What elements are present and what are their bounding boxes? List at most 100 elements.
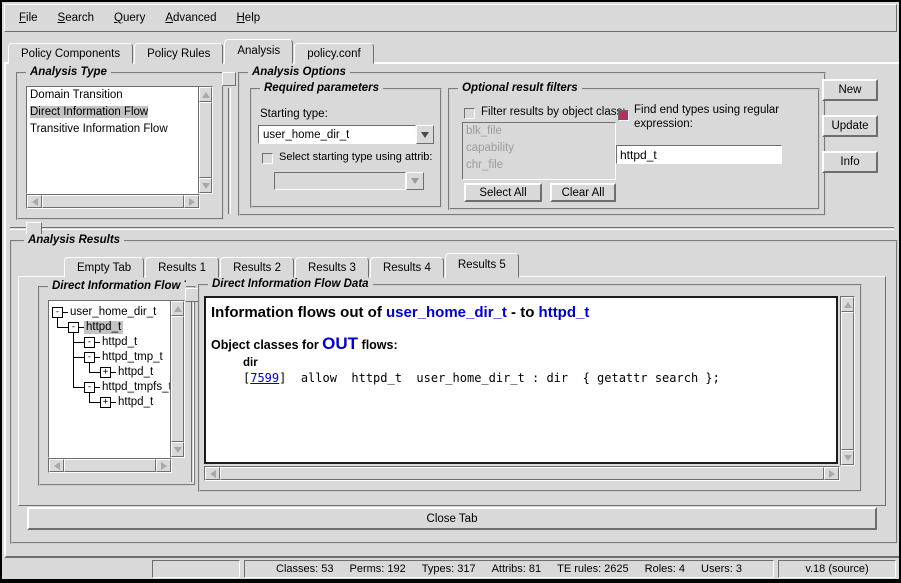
tree-node-label[interactable]: httpd_tmpfs_t — [100, 381, 172, 394]
policy-version-label: v.18 (source) — [805, 563, 868, 575]
stat-te-rules: TE rules: 2625 — [557, 563, 629, 575]
stat-roles: Roles: 4 — [645, 563, 685, 575]
scrollbar-thumb[interactable] — [64, 459, 156, 472]
regex-checkbox[interactable] — [618, 110, 629, 121]
scroll-up-icon[interactable] — [171, 301, 184, 316]
tab-results-5[interactable]: Results 5 — [445, 253, 519, 278]
list-item[interactable]: Transitive Information Flow — [27, 121, 199, 138]
flow-data-hscrollbar[interactable] — [204, 466, 840, 481]
scroll-down-icon[interactable] — [841, 450, 854, 465]
starting-type-combobox[interactable]: user_home_dir_t — [258, 125, 416, 144]
flow-data-textarea: Information flows out of user_home_dir_t… — [204, 296, 838, 464]
tree-node-label[interactable]: user_home_dir_t — [68, 306, 158, 319]
scroll-down-icon[interactable] — [171, 442, 184, 457]
sash-handle[interactable] — [222, 72, 236, 86]
tab-policy-components[interactable]: Policy Components — [8, 43, 133, 64]
regex-checkbox-label[interactable]: Find end types using regular expression: — [634, 103, 806, 131]
analysis-type-hscrollbar[interactable] — [26, 194, 200, 209]
tab-empty[interactable]: Empty Tab — [64, 257, 144, 278]
tree-expander-icon[interactable]: - — [84, 352, 95, 363]
tab-policy-conf[interactable]: policy.conf — [294, 43, 373, 64]
scroll-up-icon[interactable] — [841, 297, 854, 312]
list-item[interactable]: Direct Information Flow — [27, 104, 199, 121]
tab-results-1[interactable]: Results 1 — [145, 257, 219, 278]
scrollbar-thumb[interactable] — [171, 316, 184, 442]
menu-advanced[interactable]: Advanced — [155, 9, 226, 27]
tree-expander-icon[interactable]: - — [84, 382, 95, 393]
menu-search[interactable]: Search — [48, 9, 104, 27]
scrollbar-thumb[interactable] — [199, 102, 212, 178]
scrollbar-thumb[interactable] — [42, 195, 184, 208]
list-item[interactable]: Domain Transition — [27, 87, 199, 104]
tree-vscrollbar[interactable] — [170, 300, 185, 458]
scroll-down-icon[interactable] — [199, 178, 212, 193]
tab-policy-rules[interactable]: Policy Rules — [134, 43, 223, 64]
attrib-combobox[interactable] — [274, 172, 406, 190]
close-tab-button[interactable]: Close Tab — [27, 507, 877, 530]
stat-perms: Perms: 192 — [350, 563, 406, 575]
scroll-left-icon[interactable] — [205, 467, 220, 480]
tree-node-label[interactable]: httpd_t — [84, 321, 123, 334]
analysis-type-vscrollbar[interactable] — [198, 86, 213, 194]
tab-results-2[interactable]: Results 2 — [220, 257, 294, 278]
info-button[interactable]: Info — [822, 151, 878, 173]
new-button[interactable]: New — [822, 79, 878, 101]
te-rule-line: [7599] allow httpd_t user_home_dir_t : d… — [243, 371, 836, 385]
menu-file[interactable]: File — [9, 9, 48, 27]
list-item: chr_file — [463, 157, 615, 174]
required-parameters-title: Required parameters — [260, 82, 383, 94]
tree-node-label[interactable]: httpd_t — [100, 336, 139, 349]
tab-results-4[interactable]: Results 4 — [370, 257, 444, 278]
tab-analysis[interactable]: Analysis — [224, 39, 293, 64]
menu-help[interactable]: Help — [226, 9, 270, 27]
select-all-button[interactable]: Select All — [464, 183, 542, 202]
stat-attribs: Attribs: 81 — [492, 563, 542, 575]
starting-type-value: user_home_dir_t — [263, 129, 349, 141]
tree-expander-icon[interactable]: + — [100, 367, 111, 378]
scroll-right-icon[interactable] — [156, 459, 171, 472]
tree-expander-icon[interactable]: - — [84, 337, 95, 348]
tab-results-3[interactable]: Results 3 — [295, 257, 369, 278]
regex-input[interactable] — [616, 145, 782, 164]
clear-all-button[interactable]: Clear All — [550, 183, 616, 202]
attrib-checkbox[interactable] — [262, 153, 273, 164]
pane-sash-vertical[interactable] — [191, 302, 194, 482]
tree-expander-icon[interactable]: - — [68, 322, 79, 333]
tree-expander-icon[interactable]: - — [52, 307, 63, 318]
menu-query[interactable]: Query — [104, 9, 155, 27]
tree-node-label[interactable]: httpd_t — [116, 396, 155, 409]
tree-node-label[interactable]: httpd_t — [116, 366, 155, 379]
scrollbar-thumb[interactable] — [220, 467, 824, 480]
tree-node: + httpd_t — [100, 365, 155, 380]
scrollbar-thumb[interactable] — [841, 312, 854, 450]
dropdown-arrow-icon[interactable] — [416, 125, 434, 144]
menu-bar: File Search Query Advanced Help — [4, 4, 897, 32]
filter-object-class-checkbox[interactable] — [464, 108, 475, 119]
pane-sash-horizontal[interactable] — [10, 227, 894, 230]
analysis-type-listbox: Domain Transition Direct Information Flo… — [26, 86, 200, 194]
dropdown-arrow-icon — [406, 172, 424, 190]
status-version-box: v.18 (source) — [778, 560, 896, 578]
status-stats-box: Classes: 53 Perms: 192 Types: 317 Attrib… — [244, 560, 774, 578]
stat-users: Users: 3 — [701, 563, 742, 575]
attrib-checkbox-label[interactable]: Select starting type using attrib: — [279, 151, 437, 163]
tree-node-label[interactable]: httpd_tmp_t — [100, 351, 165, 364]
pane-sash-vertical[interactable] — [228, 88, 231, 214]
tree-expander-icon[interactable]: + — [100, 397, 111, 408]
update-button[interactable]: Update — [822, 115, 878, 137]
required-parameters-frame: Required parameters — [250, 88, 442, 208]
scroll-right-icon[interactable] — [824, 467, 839, 480]
scroll-right-icon[interactable] — [184, 195, 199, 208]
flow-data-title: Direct Information Flow Data — [208, 278, 373, 290]
tree-hscrollbar[interactable] — [48, 458, 172, 473]
rule-number-link[interactable]: 7599 — [250, 371, 279, 385]
tree-node: -user_home_dir_t — [52, 305, 158, 320]
filter-object-class-label[interactable]: Filter results by object class: — [481, 106, 625, 118]
scroll-up-icon[interactable] — [199, 87, 212, 102]
scroll-left-icon[interactable] — [27, 195, 42, 208]
flow-data-object-line: Object classes for OUT flows: — [211, 334, 836, 354]
sash-handle[interactable] — [185, 288, 199, 302]
scroll-left-icon[interactable] — [49, 459, 64, 472]
results-tab-bar: Empty Tab Results 1 Results 2 Results 3 … — [64, 254, 520, 278]
flow-data-vscrollbar[interactable] — [840, 296, 855, 466]
